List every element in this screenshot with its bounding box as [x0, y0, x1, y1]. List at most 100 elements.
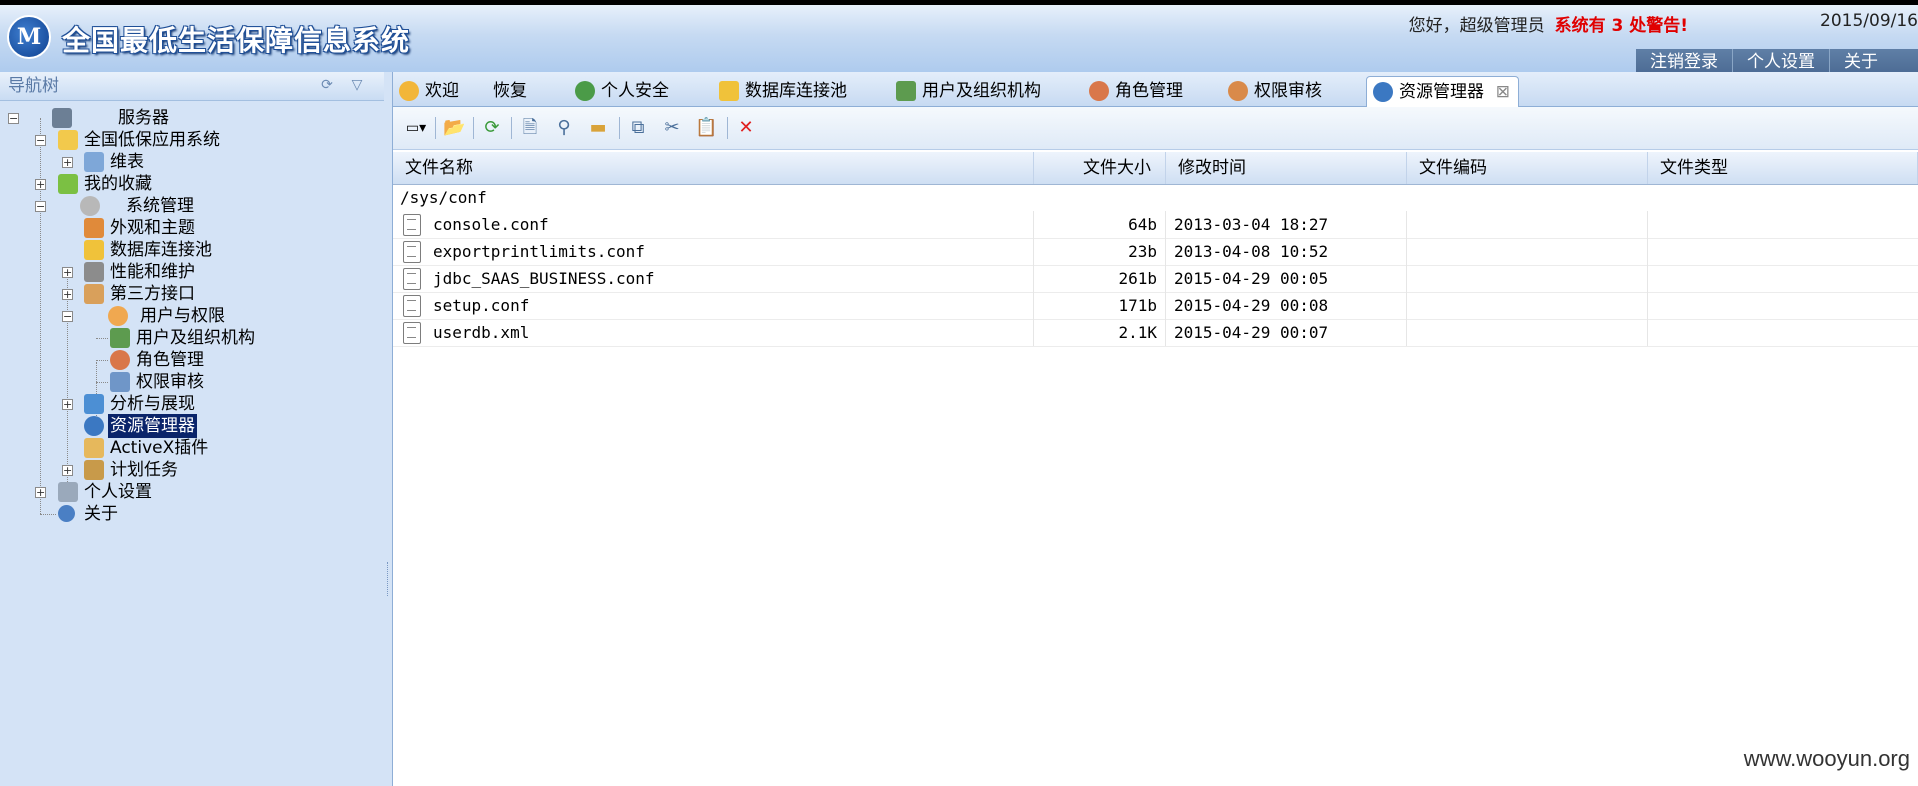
delete-icon[interactable]: ✕	[735, 117, 757, 139]
table-row[interactable]: console.conf 64b 2013-03-04 18:27	[393, 211, 1918, 239]
new-folder-icon[interactable]: ▬	[587, 117, 609, 139]
tree-node-analysis[interactable]: + 分析与展现	[0, 392, 384, 416]
col-file-name[interactable]: 文件名称	[393, 152, 1034, 184]
tree-node-activex[interactable]: ActiveX插件	[0, 436, 384, 460]
type-cell	[1648, 238, 1918, 265]
tree-node-audit[interactable]: 权限审核	[0, 370, 384, 394]
tree-node-roles[interactable]: 角色管理	[0, 348, 384, 372]
close-icon[interactable]: ⊠	[1496, 77, 1510, 107]
tree-node-third-party[interactable]: + 第三方接口	[0, 282, 384, 306]
file-size-cell: 261b	[1034, 265, 1166, 292]
collapse-toggle[interactable]: −	[8, 113, 19, 124]
tab-welcome[interactable]: 欢迎	[393, 76, 459, 106]
collapse-toggle[interactable]: −	[35, 201, 46, 212]
tree-node-about[interactable]: 关于	[0, 502, 384, 526]
preview-icon[interactable]: 🗎	[519, 117, 541, 139]
tab-org[interactable]: 用户及组织机构	[890, 76, 1041, 106]
tree-node-db-pool[interactable]: 数据库连接池	[0, 238, 384, 262]
current-date: 2015/09/16	[1820, 11, 1918, 31]
search-icon[interactable]: ⚲	[553, 117, 575, 139]
tree-node-schedule[interactable]: + 计划任务	[0, 458, 384, 482]
file-name-cell[interactable]: setup.conf	[393, 292, 1034, 319]
chevron-down-icon[interactable]: ▽	[348, 76, 366, 94]
file-name: setup.conf	[433, 296, 530, 315]
expand-toggle[interactable]: +	[62, 399, 73, 410]
tree-node-personal[interactable]: + 个人设置	[0, 480, 384, 504]
tree-label: 关于	[84, 504, 118, 524]
nav-panel: 导航树 ⟳ ▽ − 服务器 − 全国低保应用系统 + 维表 + 我的收藏 − 系…	[0, 72, 385, 786]
folder-up-icon[interactable]: 📂	[443, 117, 465, 139]
tree-node-system-app[interactable]: − 全国低保应用系统	[0, 128, 384, 152]
table-row[interactable]: exportprintlimits.conf 23b 2013-04-08 10…	[393, 238, 1918, 266]
splitter-grip[interactable]	[387, 562, 390, 596]
encoding-cell	[1407, 238, 1648, 265]
view-dropdown-icon[interactable]: ▭▾	[401, 117, 431, 139]
table-row[interactable]: setup.conf 171b 2015-04-29 00:08	[393, 292, 1918, 320]
tab-roles[interactable]: 角色管理	[1083, 76, 1183, 106]
file-icon	[403, 268, 421, 290]
paste-icon[interactable]: 📋	[695, 117, 717, 139]
collapse-toggle[interactable]: −	[35, 135, 46, 146]
panel-splitter[interactable]	[384, 72, 393, 786]
file-name-cell[interactable]: userdb.xml	[393, 319, 1034, 346]
warning-link[interactable]: 系统有 3 处警告!	[1555, 16, 1688, 36]
file-size-cell: 23b	[1034, 238, 1166, 265]
table-row[interactable]: userdb.xml 2.1K 2015-04-29 00:07	[393, 319, 1918, 347]
tab-resource-manager[interactable]: 资源管理器 ⊠	[1366, 76, 1519, 107]
tab-label: 个人安全	[601, 81, 669, 101]
file-name-cell[interactable]: exportprintlimits.conf	[393, 238, 1034, 265]
tree-label: 数据库连接池	[110, 240, 212, 260]
expand-toggle[interactable]: +	[62, 157, 73, 168]
modified-cell: 2013-03-04 18:27	[1166, 211, 1407, 238]
collapse-toggle[interactable]: −	[62, 311, 73, 322]
tree-label: ActiveX插件	[110, 438, 209, 458]
tree-label: 系统管理	[126, 196, 194, 216]
col-encoding[interactable]: 文件编码	[1407, 152, 1648, 184]
type-cell	[1648, 265, 1918, 292]
tree-label: 用户与权限	[140, 306, 225, 326]
role-user-icon	[110, 350, 130, 370]
clipboard-icon	[84, 460, 104, 480]
refresh-icon[interactable]: ⟳	[318, 76, 336, 94]
tab-audit[interactable]: 权限审核	[1222, 76, 1322, 106]
col-file-type[interactable]: 文件类型	[1648, 152, 1918, 184]
expand-toggle[interactable]: +	[62, 267, 73, 278]
file-name-cell[interactable]: console.conf	[393, 211, 1034, 238]
file-name-cell[interactable]: jdbc_SAAS_BUSINESS.conf	[393, 265, 1034, 292]
role-user-icon	[1089, 81, 1109, 101]
expand-toggle[interactable]: +	[35, 179, 46, 190]
tree-label: 第三方接口	[110, 284, 195, 304]
tab-personal-security[interactable]: 个人安全	[569, 76, 669, 106]
tab-label: 用户及组织机构	[922, 81, 1041, 101]
cut-icon[interactable]: ✂	[661, 117, 683, 139]
col-file-size[interactable]: 文件大小	[1034, 152, 1166, 184]
shield-check-icon	[575, 81, 595, 101]
refresh-icon[interactable]: ⟳	[481, 117, 503, 139]
toolbar-separator	[473, 117, 474, 139]
modified-cell: 2015-04-29 00:07	[1166, 319, 1407, 346]
tree-node-favorites[interactable]: + 我的收藏	[0, 172, 384, 196]
expand-toggle[interactable]: +	[35, 487, 46, 498]
tree-node-users-perms[interactable]: − 用户与权限	[0, 304, 384, 328]
col-modified[interactable]: 修改时间	[1166, 152, 1407, 184]
tree-node-org[interactable]: 用户及组织机构	[0, 326, 384, 350]
tab-label: 恢复	[493, 81, 527, 101]
tab-label: 数据库连接池	[745, 81, 847, 101]
tab-db-pool[interactable]: 数据库连接池	[713, 76, 847, 106]
tree-node-system-mgmt[interactable]: − 系统管理	[0, 194, 384, 218]
welcome-icon	[399, 81, 419, 101]
user-greeting: 您好，超级管理员 系统有 3 处警告!	[1409, 11, 1688, 36]
tab-restore[interactable]: 恢复	[461, 76, 527, 106]
tree-node-dimension[interactable]: + 维表	[0, 150, 384, 174]
tree-node-performance[interactable]: + 性能和维护	[0, 260, 384, 284]
tree-node-server[interactable]: − 服务器	[0, 106, 384, 130]
tree-node-appearance[interactable]: 外观和主题	[0, 216, 384, 240]
expand-toggle[interactable]: +	[62, 289, 73, 300]
tree-node-resource-manager[interactable]: 资源管理器	[0, 414, 384, 438]
greeting-text: 您好，超级管理员	[1408, 16, 1545, 36]
expand-toggle[interactable]: +	[62, 465, 73, 476]
table-row[interactable]: jdbc_SAAS_BUSINESS.conf 261b 2015-04-29 …	[393, 265, 1918, 293]
tree-label: 我的收藏	[84, 174, 152, 194]
logo-mark: M	[16, 24, 42, 50]
copy-icon[interactable]: ⧉	[627, 117, 649, 139]
